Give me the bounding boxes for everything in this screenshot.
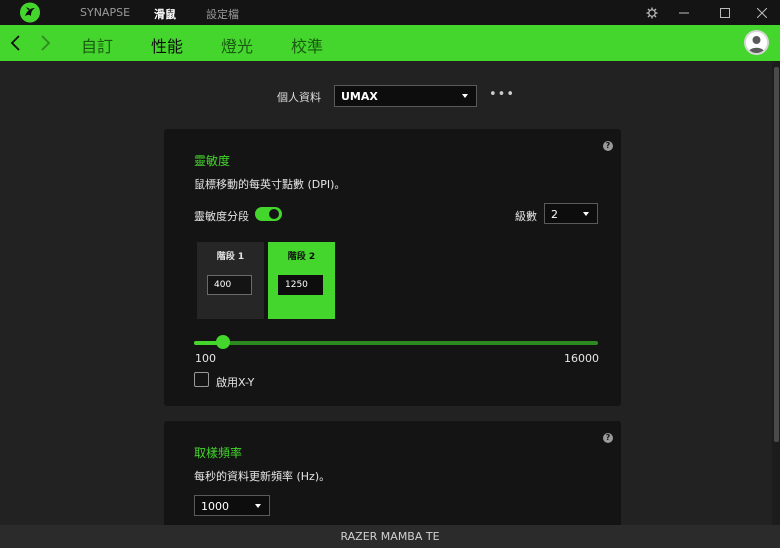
- slider-min-label: 100: [195, 352, 216, 365]
- maximize-button[interactable]: [715, 3, 735, 22]
- stage-label: 階段 2: [287, 252, 316, 262]
- dpi-slider-track[interactable]: [194, 341, 598, 345]
- slider-max-label: 16000: [564, 352, 599, 365]
- polling-rate-value: 1000: [201, 500, 229, 513]
- settings-button[interactable]: [642, 3, 662, 22]
- level-value: 2: [551, 208, 558, 221]
- sensitivity-card: ? 靈敏度 鼠標移動的每英寸點數 (DPI)。 靈敏度分段 級數 2 階段 1 …: [164, 129, 621, 406]
- profile-selected-value: UMAX: [341, 90, 378, 103]
- gear-icon: [646, 7, 658, 18]
- title-bar: SYNAPSE 滑鼠 設定檔: [0, 0, 780, 25]
- polling-rate-card: ? 取樣頻率 每秒的資料更新頻率 (Hz)。 1000: [164, 421, 621, 525]
- user-icon: [748, 36, 765, 53]
- dpi-stage-2[interactable]: 階段 2 1250: [268, 242, 335, 319]
- tab-calibration[interactable]: 校準: [291, 33, 323, 57]
- scrollbar-thumb[interactable]: [774, 67, 779, 442]
- tab-mouse[interactable]: 滑鼠: [154, 6, 176, 22]
- close-icon: [757, 7, 767, 18]
- enable-xy-label: 啟用X-Y: [216, 376, 255, 389]
- forward-arrow-icon[interactable]: [35, 33, 55, 53]
- sensitivity-title: 靈敏度: [194, 154, 231, 168]
- dpi-stage-1[interactable]: 階段 1 400: [197, 242, 264, 319]
- maximize-icon: [720, 7, 730, 18]
- toggle-knob: [269, 209, 279, 219]
- level-dropdown[interactable]: 2: [544, 203, 598, 224]
- minimize-icon: [679, 12, 689, 13]
- tab-profiles[interactable]: 設定檔: [206, 6, 239, 22]
- more-options-button[interactable]: •••: [489, 87, 515, 102]
- close-button[interactable]: [752, 3, 772, 22]
- chevron-down-icon: [255, 504, 261, 508]
- help-icon[interactable]: ?: [603, 433, 613, 443]
- sensitivity-description: 鼠標移動的每英寸點數 (DPI)。: [194, 178, 346, 191]
- stages-toggle-label: 靈敏度分段: [194, 210, 249, 223]
- razer-logo-icon[interactable]: [19, 2, 41, 23]
- help-icon[interactable]: ?: [603, 141, 613, 151]
- polling-rate-title: 取樣頻率: [194, 446, 243, 460]
- avatar[interactable]: [744, 30, 769, 55]
- polling-rate-description: 每秒的資料更新頻率 (Hz)。: [194, 470, 331, 483]
- minimize-button[interactable]: [674, 3, 694, 22]
- device-name: RAZER MAMBA TE: [0, 525, 780, 548]
- section-nav: 自訂 性能 燈光 校準: [0, 25, 780, 61]
- chevron-down-icon: [462, 94, 468, 98]
- tab-lighting[interactable]: 燈光: [221, 33, 253, 57]
- profile-label: 個人資料: [277, 91, 321, 104]
- main-content: 個人資料 UMAX ••• ? 靈敏度 鼠標移動的每英寸點數 (DPI)。 靈敏…: [0, 61, 780, 525]
- stage-1-dpi-input[interactable]: 400: [207, 275, 252, 295]
- tab-customize[interactable]: 自訂: [81, 33, 113, 57]
- level-label: 級數: [515, 210, 537, 223]
- tab-synapse[interactable]: SYNAPSE: [80, 6, 130, 19]
- tab-performance[interactable]: 性能: [151, 33, 183, 57]
- enable-xy-checkbox[interactable]: [194, 372, 209, 387]
- stages-toggle[interactable]: [255, 207, 282, 221]
- stage-2-dpi-input[interactable]: 1250: [278, 275, 323, 295]
- chevron-down-icon: [583, 212, 589, 216]
- back-arrow-icon[interactable]: [7, 33, 27, 53]
- scrollbar[interactable]: [772, 61, 780, 525]
- dpi-slider-handle[interactable]: [216, 335, 230, 349]
- profile-dropdown[interactable]: UMAX: [334, 85, 477, 107]
- polling-rate-dropdown[interactable]: 1000: [194, 495, 270, 516]
- stage-label: 階段 1: [216, 252, 245, 262]
